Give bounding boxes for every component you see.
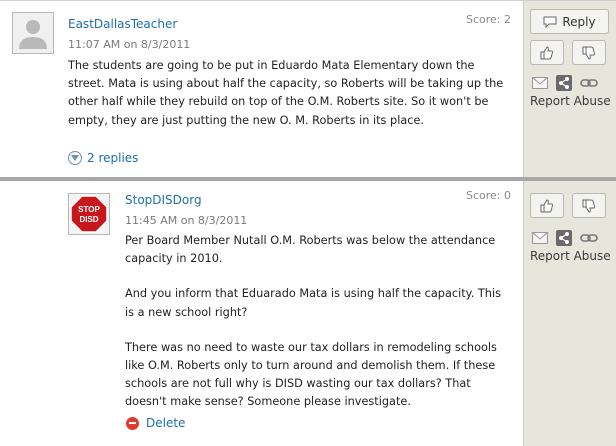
comment-2: STOP DISD StopDISDorg 11:45 AM on 8/3/20… bbox=[0, 181, 616, 446]
thumbs-up-icon bbox=[540, 198, 553, 212]
link-icon[interactable] bbox=[580, 78, 598, 88]
comment-sidebar: Report Abuse bbox=[523, 181, 616, 446]
share-icon[interactable] bbox=[556, 230, 572, 246]
share-tools bbox=[532, 75, 598, 91]
delete-label: Delete bbox=[146, 416, 186, 430]
default-user-icon bbox=[19, 20, 47, 49]
comment-timestamp: 11:45 AM on 8/3/2011 bbox=[125, 214, 248, 227]
report-abuse-link[interactable]: Report Abuse bbox=[530, 249, 611, 263]
comment-body: Per Board Member Nutall O.M. Roberts was… bbox=[125, 232, 510, 412]
disd-text: DISD bbox=[79, 215, 98, 224]
share-icon[interactable] bbox=[556, 75, 572, 91]
score-label: Score: 0 bbox=[466, 189, 512, 202]
comment-paragraph: The students are going to be put in Edua… bbox=[68, 59, 504, 127]
comment-sidebar: Reply Report Abuse bbox=[523, 1, 616, 178]
replies-label: 2 replies bbox=[87, 151, 139, 165]
reply-button[interactable]: Reply bbox=[530, 9, 609, 34]
dislike-button[interactable] bbox=[572, 40, 606, 65]
comment-author[interactable]: EastDallasTeacher bbox=[68, 17, 177, 31]
comment-paragraph: There was no need to waste our tax dolla… bbox=[125, 340, 497, 409]
like-button[interactable] bbox=[530, 193, 564, 218]
avatar: STOP DISD bbox=[68, 193, 110, 235]
email-icon[interactable] bbox=[532, 232, 548, 244]
email-icon[interactable] bbox=[532, 77, 548, 89]
speech-bubble-icon bbox=[543, 16, 557, 28]
comment-timestamp: 11:07 AM on 8/3/2011 bbox=[68, 38, 191, 51]
avatar bbox=[12, 12, 54, 54]
expand-icon bbox=[68, 151, 82, 165]
dislike-button[interactable] bbox=[572, 193, 606, 218]
reply-label: Reply bbox=[562, 14, 596, 29]
delete-link[interactable]: Delete bbox=[126, 416, 185, 430]
comment-1: EastDallasTeacher 11:07 AM on 8/3/2011 S… bbox=[0, 0, 616, 179]
replies-link[interactable]: 2 replies bbox=[68, 151, 138, 165]
delete-icon bbox=[126, 416, 139, 430]
comment-body: The students are going to be put in Edua… bbox=[68, 57, 514, 147]
thumbs-up-icon bbox=[540, 45, 553, 59]
link-icon[interactable] bbox=[580, 233, 598, 243]
stop-sign-icon: STOP DISD bbox=[69, 194, 109, 234]
share-tools bbox=[532, 230, 598, 246]
stop-text: STOP bbox=[78, 205, 100, 214]
report-abuse-link[interactable]: Report Abuse bbox=[530, 94, 611, 108]
score-label: Score: 2 bbox=[466, 13, 512, 26]
comment-author[interactable]: StopDISDorg bbox=[125, 193, 202, 207]
comment-paragraph: Per Board Member Nutall O.M. Roberts was… bbox=[125, 234, 496, 266]
like-button[interactable] bbox=[530, 40, 564, 65]
thumbs-down-icon bbox=[582, 199, 595, 213]
thumbs-down-icon bbox=[582, 46, 595, 60]
comment-paragraph: And you inform that Eduarado Mata is usi… bbox=[125, 287, 501, 319]
